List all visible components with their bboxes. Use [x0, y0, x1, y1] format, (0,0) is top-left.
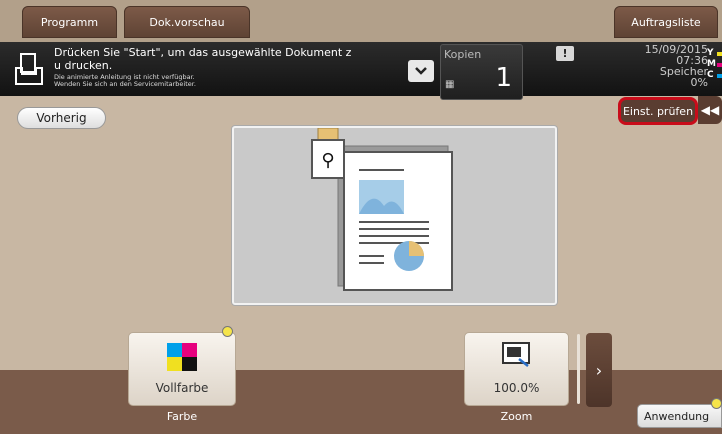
status-message-line1: Drücken Sie "Start", um das ausgewählte …	[54, 46, 352, 59]
expand-message-button[interactable]	[408, 60, 434, 82]
zoom-value: 100.0%	[493, 381, 540, 395]
status-bar: Drücken Sie "Start", um das ausgewählte …	[0, 42, 722, 96]
anwendung-button[interactable]: Anwendung	[637, 404, 722, 428]
toner-yellow-bar	[717, 52, 722, 56]
zoom-button[interactable]: 100.0%	[464, 332, 569, 406]
svg-text:⚲: ⚲	[321, 150, 334, 171]
usb-document-icon: ⚲	[311, 127, 453, 291]
zoom-caption: Zoom	[500, 410, 533, 423]
copies-label: Kopien	[444, 48, 482, 61]
vorherig-button[interactable]: Vorherig	[17, 107, 106, 129]
keypad-icon: ▦	[445, 79, 455, 90]
top-tab-bar: Programm Dok.vorschau Auftragsliste	[0, 0, 722, 42]
document-preview: ⚲	[232, 126, 557, 305]
printer-document-icon	[15, 53, 43, 85]
einst-pruefen-button[interactable]: Einst. prüfen	[618, 97, 698, 125]
zoom-icon	[502, 342, 530, 367]
toner-cyan-bar	[717, 74, 722, 78]
next-functions-button[interactable]: ›	[586, 333, 612, 407]
hint-message: Die animierte Anleitung ist nicht verfüg…	[54, 74, 354, 88]
collapse-panel-button[interactable]: ◀◀	[698, 96, 722, 124]
toner-magenta-bar	[717, 63, 722, 67]
toner-magenta: M	[707, 59, 722, 70]
tab-programm[interactable]: Programm	[22, 6, 117, 38]
status-message-line2: u drucken.	[54, 59, 113, 72]
toner-yellow: Y	[707, 48, 722, 59]
divider	[577, 334, 580, 404]
copies-value: 1	[495, 63, 512, 93]
bottom-bar	[0, 370, 722, 434]
tab-dok-vorschau[interactable]: Dok.vorschau	[124, 6, 250, 38]
speicher-value: 0%	[690, 76, 708, 89]
datetime-memory: 15/09/2015 07:36 Speicher 0%	[600, 44, 708, 88]
hint-line2: Wenden Sie sich an den Servicemitarbeite…	[54, 80, 196, 88]
anwendung-indicator-dot	[711, 398, 722, 409]
tab-auftragsliste[interactable]: Auftragsliste	[614, 6, 718, 38]
color-squares-icon	[167, 343, 197, 371]
color-mode-caption: Farbe	[166, 410, 198, 423]
toner-magenta-label: M	[707, 59, 716, 69]
toner-levels: Y M C	[707, 48, 722, 81]
color-mode-button[interactable]: Vollfarbe	[128, 332, 236, 406]
toner-cyan: C	[707, 70, 722, 81]
status-message: Drücken Sie "Start", um das ausgewählte …	[54, 46, 404, 72]
toner-cyan-label: C	[707, 70, 714, 80]
copies-field[interactable]: Kopien ▦ 1	[440, 44, 523, 100]
warning-icon[interactable]: !	[556, 46, 574, 61]
color-mode-value: Vollfarbe	[155, 381, 209, 395]
chevron-down-icon	[415, 67, 427, 75]
color-indicator-dot	[222, 326, 233, 337]
toner-yellow-label: Y	[707, 48, 714, 58]
